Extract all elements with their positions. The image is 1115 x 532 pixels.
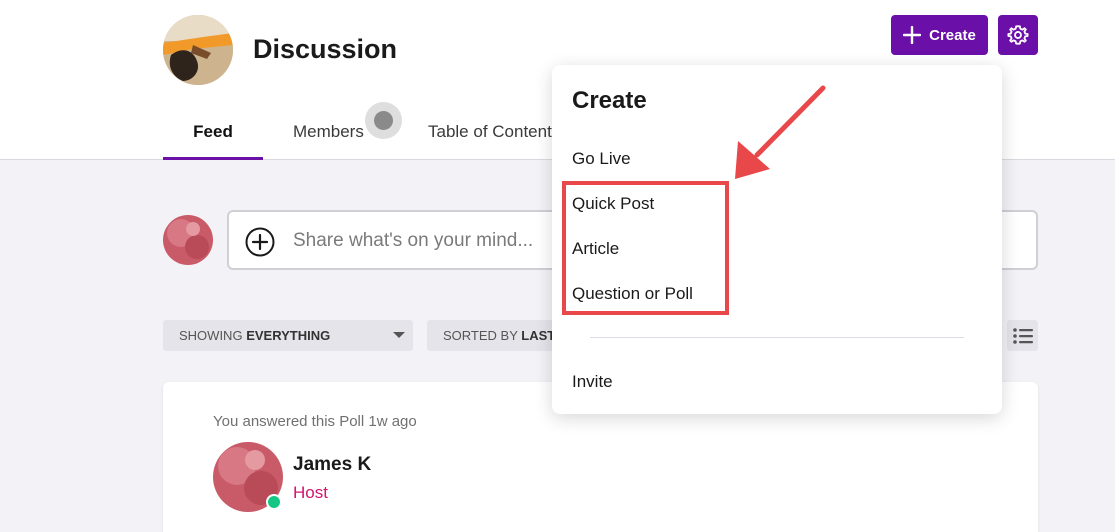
gear-icon xyxy=(1007,25,1029,45)
filter-sorted-dropdown[interactable]: SORTED BY LAST xyxy=(427,320,557,351)
filter-sorted-prefix: SORTED BY xyxy=(443,328,518,343)
annotation-arrow-icon xyxy=(735,85,826,179)
list-view-button[interactable] xyxy=(1007,320,1038,351)
menu-item-invite[interactable]: Invite xyxy=(572,372,613,392)
add-circle-icon[interactable] xyxy=(245,227,275,257)
online-status-dot xyxy=(266,494,282,510)
user-avatar[interactable] xyxy=(163,215,213,265)
settings-button[interactable] xyxy=(998,15,1038,55)
filter-showing-value: EVERYTHING xyxy=(246,328,331,343)
create-button-label: Create xyxy=(929,26,976,44)
filter-showing-prefix: SHOWING xyxy=(179,328,243,343)
filter-showing-dropdown[interactable]: SHOWING EVERYTHING xyxy=(163,320,413,351)
list-view-icon xyxy=(1012,327,1033,344)
menu-divider xyxy=(590,337,964,338)
filter-sorted-value: LAST xyxy=(521,328,556,343)
plus-icon xyxy=(903,26,922,44)
post-activity: You answered this Poll 1w ago xyxy=(213,413,417,430)
author-role-badge: Host xyxy=(293,483,328,502)
tab-feed[interactable]: Feed xyxy=(163,110,263,160)
annotation-highlight-box xyxy=(562,181,729,315)
cursor-dot xyxy=(374,111,393,130)
composer-placeholder[interactable]: Share what's on your mind... xyxy=(293,230,533,252)
create-button[interactable]: Create xyxy=(891,15,988,55)
tab-table-of-contents[interactable]: Table of Contents xyxy=(428,110,553,160)
caret-down-icon xyxy=(393,332,405,338)
menu-item-go-live[interactable]: Go Live xyxy=(572,149,631,169)
page-title: Discussion xyxy=(253,34,398,64)
author-name[interactable]: James K xyxy=(293,454,371,476)
tab-members[interactable]: Members xyxy=(293,110,364,160)
create-menu-title: Create xyxy=(572,87,647,114)
group-avatar[interactable] xyxy=(163,15,233,85)
